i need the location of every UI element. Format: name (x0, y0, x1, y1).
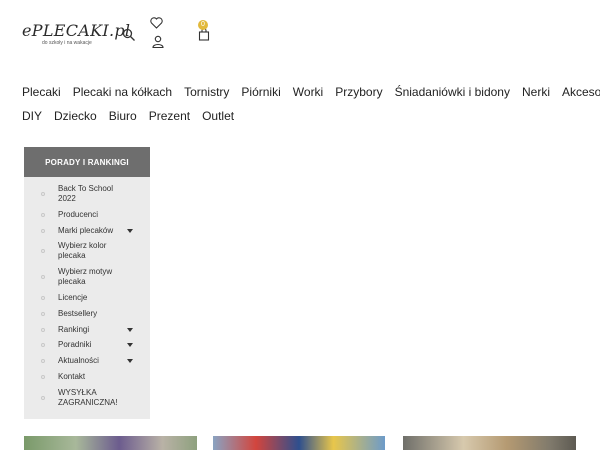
sidebar-item-label: Wybierz motyw plecaka (58, 267, 113, 287)
sidebar-item-label: Aktualności (58, 356, 99, 366)
nav-item-sniadaniowki[interactable]: Śniadaniówki i bidony (395, 85, 510, 99)
nav-item-dziecko[interactable]: Dziecko (54, 109, 97, 123)
bullet-icon (41, 359, 45, 364)
sidebar-item-producenci[interactable]: Producenci (24, 210, 150, 220)
bullet-icon (41, 275, 45, 280)
article-thumbnail-2[interactable] (213, 436, 385, 450)
nav-row-2: DIY Dziecko Biuro Prezent Outlet (22, 104, 592, 128)
sidebar-item-label: Back To School 2022 (58, 184, 113, 203)
cart-count-badge: 0 (198, 20, 208, 30)
nav-row-1: Plecaki Plecaki na kółkach Tornistry Pió… (22, 80, 600, 104)
bullet-icon (41, 327, 45, 332)
sidebar-item-marki-plecakow[interactable]: Marki plecaków (24, 226, 150, 236)
caret-down-icon[interactable] (127, 228, 133, 233)
sidebar-item-rankingi[interactable]: Rankingi (24, 325, 150, 335)
site-logo[interactable]: ePLECAKI.pl do szkoły i na wakacje (22, 21, 131, 52)
bullet-icon (41, 374, 45, 379)
logo-tagline: do szkoły i na wakacje (42, 40, 92, 46)
bullet-icon (41, 395, 45, 400)
nav-item-biuro[interactable]: Biuro (109, 109, 137, 123)
site-header: ePLECAKI.pl do szkoły i na wakacje 0 (0, 0, 600, 70)
sidebar-list: Back To School 2022 Producenci Marki ple… (24, 177, 150, 408)
bullet-icon (41, 212, 45, 217)
logo-text: ePLECAKI.pl (22, 21, 131, 40)
sidebar-item-aktualnosci[interactable]: Aktualności (24, 356, 150, 366)
nav-item-przybory[interactable]: Przybory (335, 85, 382, 99)
bullet-icon (41, 311, 45, 316)
heart-icon[interactable] (148, 15, 164, 31)
bullet-icon (41, 343, 45, 348)
sidebar-item-label: Wybierz kolor plecaka (58, 241, 107, 261)
sidebar-item-label: Licencje (58, 292, 88, 302)
sidebar-item-wybierz-motyw[interactable]: Wybierz motyw plecaka (24, 267, 150, 287)
nav-item-outlet[interactable]: Outlet (202, 109, 234, 123)
article-thumbnails (0, 436, 600, 450)
sidebar-item-label: Rankingi (58, 324, 90, 334)
sidebar-item-label: Kontakt (58, 371, 86, 381)
bullet-icon (41, 249, 45, 254)
sidebar-item-label: Bestsellery (58, 308, 98, 318)
main-navigation: Plecaki Plecaki na kółkach Tornistry Pió… (22, 80, 600, 128)
user-icon[interactable] (150, 33, 166, 49)
sidebar-title: PORADY I RANKINGI (24, 147, 150, 177)
nav-item-nerki[interactable]: Nerki (522, 85, 550, 99)
nav-item-prezent[interactable]: Prezent (149, 109, 190, 123)
article-thumbnail-1[interactable] (24, 436, 197, 450)
caret-down-icon[interactable] (127, 327, 133, 332)
sidebar-item-wybierz-kolor[interactable]: Wybierz kolor plecaka (24, 241, 150, 261)
sidebar-item-back-to-school[interactable]: Back To School 2022 (24, 184, 150, 204)
article-thumbnail-3[interactable] (403, 436, 576, 450)
sidebar-item-licencje[interactable]: Licencje (24, 293, 150, 303)
sidebar-item-label: Poradniki (58, 340, 92, 350)
search-icon[interactable] (121, 27, 137, 43)
bullet-icon (41, 192, 45, 196)
sidebar-item-poradniki[interactable]: Poradniki (24, 340, 150, 350)
nav-item-plecaki-na-kolkach[interactable]: Plecaki na kółkach (73, 85, 172, 99)
sidebar-guides: PORADY I RANKINGI Back To School 2022 Pr… (24, 147, 150, 419)
caret-down-icon[interactable] (127, 359, 133, 364)
caret-down-icon[interactable] (127, 343, 133, 348)
nav-item-worki[interactable]: Worki (293, 85, 323, 99)
sidebar-item-kontakt[interactable]: Kontakt (24, 372, 150, 382)
nav-item-akcesoria[interactable]: Akcesoria (562, 85, 600, 99)
nav-item-tornistry[interactable]: Tornistry (184, 85, 229, 99)
bullet-icon (41, 295, 45, 300)
nav-item-diy[interactable]: DIY (22, 109, 42, 123)
sidebar-item-wysylka[interactable]: WYSYŁKA ZAGRANICZNA! (24, 388, 150, 408)
sidebar-item-label: Marki plecaków (58, 225, 114, 235)
sidebar-item-label: WYSYŁKA ZAGRANICZNA! (58, 387, 118, 407)
nav-item-plecaki[interactable]: Plecaki (22, 85, 61, 99)
sidebar-item-label: Producenci (58, 209, 99, 219)
sidebar-item-bestsellery[interactable]: Bestsellery (24, 309, 150, 319)
bullet-icon (41, 228, 45, 233)
nav-item-piorniki[interactable]: Piórniki (241, 85, 280, 99)
